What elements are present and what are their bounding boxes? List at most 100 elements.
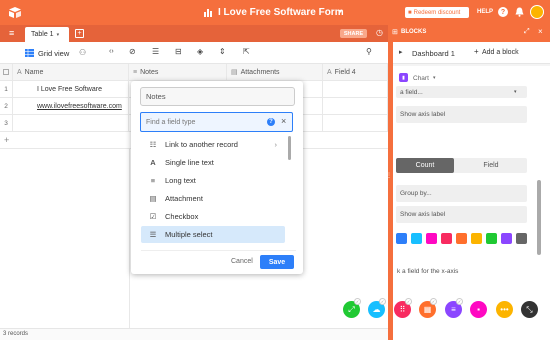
link-icon: ⤢ <box>348 304 355 314</box>
row-height-icon[interactable]: ⇕ <box>219 47 226 56</box>
field-type-multiple-select[interactable]: ☰ Multiple select <box>141 226 285 243</box>
chevron-down-icon: ▾ <box>514 89 517 95</box>
app-title[interactable]: I Love Free Software Form <box>218 7 344 18</box>
x-field-select[interactable]: a field... ▾ <box>396 86 527 98</box>
history-icon[interactable]: ◷ <box>376 28 383 37</box>
show-axis-label-toggle[interactable]: Show axis label <box>396 106 527 123</box>
field-type-single-line-text[interactable]: A Single line text <box>141 154 285 171</box>
menu-icon[interactable]: ≡ <box>9 28 14 38</box>
color-swatch[interactable] <box>486 233 497 244</box>
chat-icon: ▪ <box>477 305 480 314</box>
column-header-field-4[interactable]: A Field 4 <box>323 64 388 81</box>
redeem-discount-button[interactable]: ■ Redeem discount <box>405 7 469 18</box>
save-button[interactable]: Save <box>260 255 294 269</box>
more-icon: ••• <box>500 305 509 314</box>
expand-icon: ⤡ <box>526 304 533 314</box>
select-value: a field... <box>400 88 423 96</box>
title-dropdown-icon[interactable]: ▾ <box>339 8 342 15</box>
help-icon[interactable]: ? <box>267 118 275 126</box>
group-icon[interactable]: ⊟ <box>175 47 182 56</box>
scrollbar[interactable] <box>288 136 291 160</box>
field-type-link-to-record[interactable]: ☷ Link to another record › <box>141 136 285 153</box>
view-toolbar: Grid view ⚇ ‹› ⊘ ☰ ⊟ ◈ ⇕ ⇱ ⚲ <box>0 42 388 64</box>
fab-button[interactable]: ⤡ <box>521 301 538 318</box>
record-count: 3 records <box>3 331 29 337</box>
sidebar-toggle-icon[interactable]: ▸ <box>399 48 403 56</box>
airtable-logo-icon[interactable] <box>8 6 22 19</box>
tab-table-1[interactable]: Table 1 ▾ <box>25 27 69 42</box>
list-icon: ≡ <box>451 305 456 314</box>
filter-icon[interactable]: ☰ <box>152 47 159 56</box>
calendar-icon: ▦ <box>423 305 432 314</box>
group-by-select[interactable]: Group by... <box>396 185 527 202</box>
column-header-attachments[interactable]: ▤ Attachments <box>227 64 323 81</box>
row-number: 1 <box>0 81 13 98</box>
text-field-icon: A <box>327 68 332 76</box>
show-axis-label-toggle-2[interactable]: Show axis label <box>396 206 527 223</box>
row-number: 2 <box>0 98 13 115</box>
table-cell[interactable] <box>323 115 388 132</box>
search-icon[interactable]: ⚲ <box>366 47 372 56</box>
expand-icon[interactable]: ⤢ <box>524 28 530 36</box>
bell-icon[interactable] <box>514 7 524 17</box>
color-swatch[interactable] <box>456 233 467 244</box>
avatar[interactable] <box>530 5 544 19</box>
help-icon[interactable]: ? <box>498 7 508 17</box>
chevron-down-icon[interactable]: ▾ <box>433 75 436 81</box>
color-swatch[interactable] <box>501 233 512 244</box>
close-panel-icon[interactable]: × <box>538 27 543 36</box>
table-cell[interactable] <box>323 81 388 98</box>
column-divider <box>129 149 130 328</box>
blocks-icon: ⊞ <box>392 29 398 36</box>
field-type-long-text[interactable]: ≡ Long text <box>141 172 285 189</box>
share-view-icon[interactable]: ⇱ <box>243 47 250 56</box>
field-name-value: Notes <box>146 92 166 101</box>
dashboard-title[interactable]: Dashboard 1 <box>412 49 455 58</box>
tab-label: Table 1 <box>31 31 54 38</box>
column-label: Field 4 <box>334 68 356 76</box>
color-swatch[interactable] <box>396 233 407 244</box>
count-option[interactable]: Count <box>396 158 454 173</box>
color-swatch[interactable] <box>471 233 482 244</box>
column-header-notes[interactable]: ≡ Notes <box>129 64 227 81</box>
add-block-icon[interactable]: + <box>474 47 479 56</box>
share-button[interactable]: SHARE <box>340 29 367 38</box>
table-cell[interactable] <box>323 98 388 115</box>
fab-button[interactable]: ••• <box>496 301 513 318</box>
add-row-icon: + <box>4 135 10 145</box>
code-icon[interactable]: ‹› <box>109 48 114 55</box>
badge-icon: ✓ <box>354 298 361 305</box>
cancel-button[interactable]: Cancel <box>231 258 253 265</box>
field-option[interactable]: Field <box>456 158 526 173</box>
apps-icon: ⠿ <box>399 305 406 314</box>
resize-handle[interactable]: ⋮ <box>386 172 392 179</box>
grid-view-icon[interactable] <box>25 49 34 57</box>
color-icon[interactable]: ◈ <box>197 47 203 56</box>
blocks-label: BLOCKS <box>401 29 427 35</box>
option-label: Field <box>483 162 499 169</box>
select-all-checkbox[interactable] <box>0 64 13 81</box>
view-name[interactable]: Grid view <box>38 49 69 58</box>
color-swatch[interactable] <box>411 233 422 244</box>
panel-scrollbar[interactable] <box>537 180 541 255</box>
field-name-input[interactable]: Notes <box>140 87 295 106</box>
share-label: SHARE <box>343 30 364 37</box>
chart-label[interactable]: Chart <box>413 75 429 82</box>
color-swatch[interactable] <box>516 233 527 244</box>
add-table-icon[interactable]: + <box>75 29 84 38</box>
table-cell-name[interactable]: I Love Free Software <box>13 81 129 98</box>
fab-button[interactable]: ▪ <box>470 301 487 318</box>
share-icon: ☁ <box>372 305 381 314</box>
field-type-attachment[interactable]: ▤ Attachment <box>141 190 285 207</box>
color-swatch[interactable] <box>426 233 437 244</box>
close-icon[interactable]: × <box>281 116 286 126</box>
color-swatch[interactable] <box>441 233 452 244</box>
help-button[interactable]: HELP <box>477 9 493 15</box>
table-cell-name[interactable]: www.ilovefreesoftware.com <box>13 98 129 115</box>
collaborators-icon[interactable]: ⚇ <box>79 48 86 57</box>
add-block-button[interactable]: Add a block <box>482 49 519 56</box>
field-type-checkbox[interactable]: ☑ Checkbox <box>141 208 285 225</box>
hide-fields-icon[interactable]: ⊘ <box>129 47 136 56</box>
table-cell-name[interactable] <box>13 115 129 132</box>
column-header-name[interactable]: A Name <box>13 64 129 81</box>
